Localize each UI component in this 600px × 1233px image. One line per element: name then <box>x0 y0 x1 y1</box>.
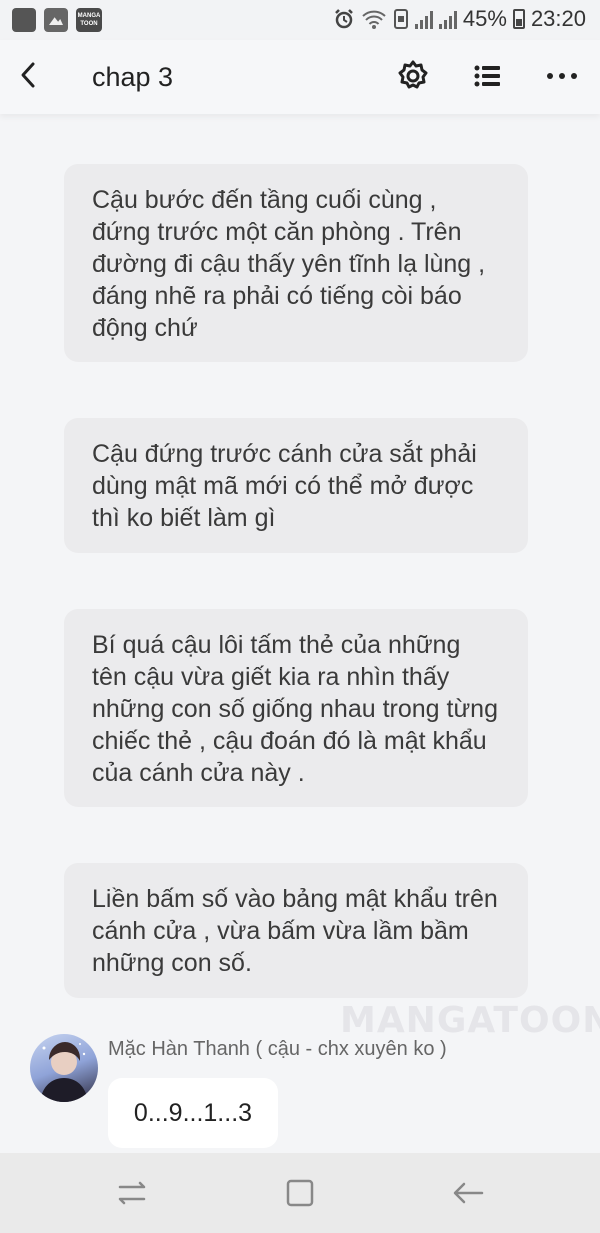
back-button[interactable] <box>12 58 46 92</box>
avatar[interactable] <box>30 1034 98 1102</box>
page-title: chap 3 <box>92 62 174 92</box>
home-button[interactable] <box>282 1175 318 1211</box>
dialogue-bubble: 0...9...1...3 <box>108 1078 278 1148</box>
back-arrow-icon <box>21 62 35 88</box>
alarm-icon <box>335 9 353 29</box>
gear-icon <box>398 60 428 89</box>
watermark: MANGATOON <box>340 1000 600 1041</box>
wifi-icon <box>362 10 386 29</box>
status-bar: MANGA TOON 45% 23:20 <box>0 0 600 40</box>
narration-bubble: Cậu đứng trước cánh cửa sắt phải dùng mậ… <box>64 418 528 553</box>
battery-percent: 45% <box>462 6 507 31</box>
clock: 23:20 <box>530 6 586 31</box>
gallery-icon <box>44 8 68 32</box>
more-dots-icon <box>547 73 577 79</box>
notification-app-icon <box>12 8 36 32</box>
mangatoon-logo-icon: MANGA TOON <box>76 8 102 32</box>
recent-apps-icon <box>118 1181 146 1205</box>
character-name: Mặc Hàn Thanh ( cậu - chx xuyên ko ) <box>108 1038 447 1060</box>
narration-bubble: Liền bấm số vào bảng mật khẩu trên cánh … <box>64 863 528 998</box>
chapter-list-button[interactable] <box>470 58 506 94</box>
signal-icon <box>414 9 433 29</box>
nfc-icon <box>393 9 408 29</box>
battery-icon <box>512 9 525 29</box>
more-button[interactable] <box>544 58 580 94</box>
signal-icon-2 <box>438 9 457 29</box>
reader-header: chap 3 <box>0 40 600 114</box>
home-icon <box>286 1179 314 1207</box>
settings-button[interactable] <box>395 58 431 94</box>
system-nav-bar <box>0 1153 600 1233</box>
back-icon <box>453 1182 484 1204</box>
narration-bubble: Bí quá cậu lôi tấm thẻ của những tên cậu… <box>64 609 528 807</box>
narration-bubble: Cậu bước đến tầng cuối cùng , đứng trước… <box>64 164 528 362</box>
list-icon <box>474 65 500 87</box>
recent-apps-button[interactable] <box>114 1175 150 1211</box>
system-back-button[interactable] <box>450 1175 486 1211</box>
